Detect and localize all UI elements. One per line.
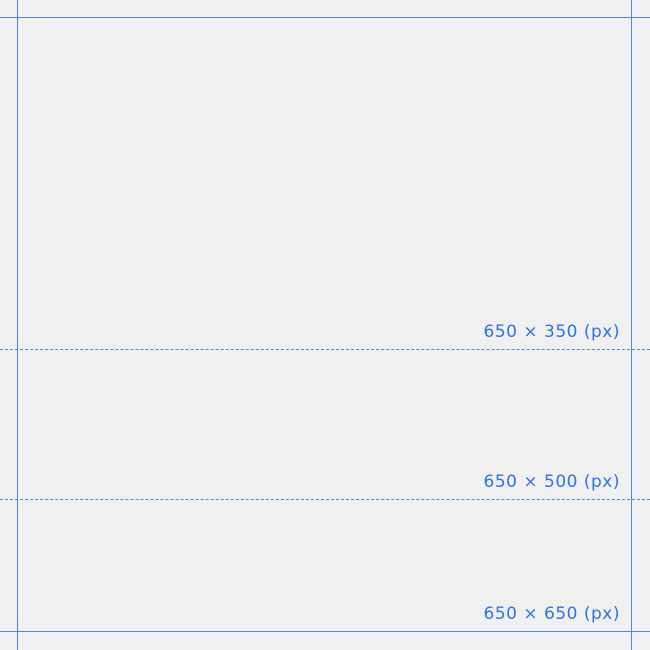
size-label-350: 650 × 350 (px) bbox=[483, 322, 620, 342]
height-350-guide-line bbox=[0, 349, 650, 350]
size-label-650: 650 × 650 (px) bbox=[483, 604, 620, 624]
height-500-guide-line bbox=[0, 499, 650, 500]
top-margin-guide bbox=[0, 17, 650, 18]
size-label-500: 650 × 500 (px) bbox=[483, 472, 620, 492]
left-margin-guide bbox=[17, 0, 18, 650]
right-margin-guide bbox=[631, 0, 632, 650]
bottom-margin-guide bbox=[0, 631, 650, 632]
size-guide-canvas: 650 × 350 (px) 650 × 500 (px) 650 × 650 … bbox=[0, 0, 650, 650]
